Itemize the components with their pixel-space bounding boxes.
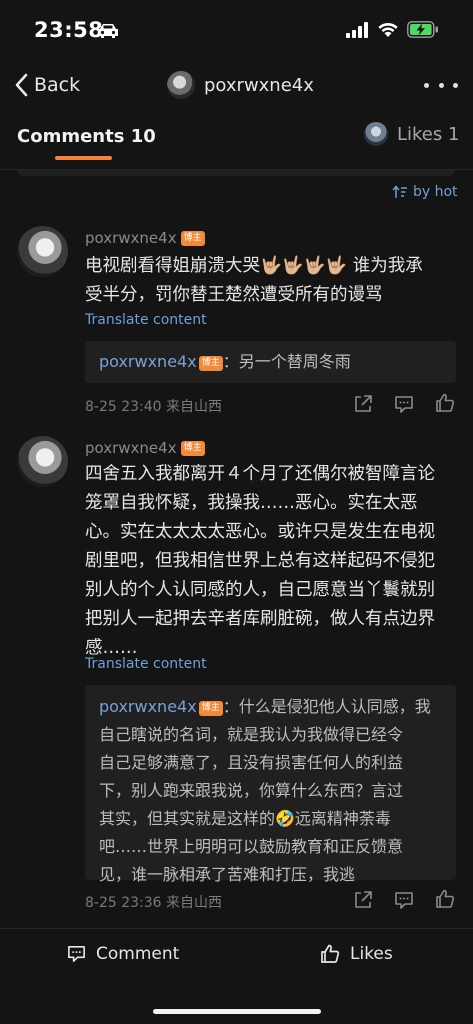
comment-line: 剧里吧，但我相信世界上总有这样起码不侵犯 [85, 551, 435, 571]
home-indicator [153, 1009, 321, 1014]
status-time: 23:58 [34, 18, 104, 42]
tabs-bar: Comments 10 Likes 1 [0, 108, 473, 170]
more-button[interactable] [424, 72, 458, 98]
comment-meta: 8-25 23:36 来自山西 [85, 895, 223, 911]
reply-box[interactable]: poxrwxne4x 博主 ：什么是侵犯他人认同感，我 自己瞎说的名词，就是我认为我… [85, 685, 456, 884]
car-icon [98, 24, 118, 38]
sort-label: by hot [413, 184, 458, 200]
wifi-icon [378, 22, 398, 37]
reply-line: ：什么是侵犯他人认同感，我 [222, 697, 431, 716]
comment-button-label: Comment [96, 943, 180, 964]
like-icon[interactable] [434, 392, 456, 414]
comment-line: 电视剧看得姐崩溃大哭🤟🏼🤟🏼🤟🏼🤟🏼 谁为我承 [85, 256, 423, 276]
comment-line: 笼罩自我怀疑，我操我……恶心。实在太恶 [85, 493, 418, 513]
comment-username[interactable]: poxrwxne4x [85, 229, 177, 247]
more-icon [453, 82, 458, 88]
back-label: Back [34, 74, 81, 96]
reply-line: 自己瞎说的名词，就是我认为我做得已经令 [99, 725, 404, 744]
reply-icon[interactable] [393, 889, 415, 911]
chevron-left-icon [15, 73, 28, 97]
reply-line: 自己足够满意了，且没有损害任何人的利益 [99, 753, 404, 772]
page-title: poxrwxne4x [204, 74, 314, 96]
more-icon [424, 82, 429, 88]
more-icon [438, 82, 444, 88]
status-bar: 23:58 [0, 0, 473, 62]
reply-line: ：另一个替周冬雨 [222, 352, 351, 371]
comment-text[interactable]: 电视剧看得姐崩溃大哭🤟🏼🤟🏼🤟🏼🤟🏼 谁为我承 受半分，罚你替王楚然遭受所有的谩… [85, 252, 463, 310]
comment-username[interactable]: poxrwxne4x [85, 439, 177, 457]
comment-header: poxrwxne4x 博主 [85, 439, 205, 457]
nav-bar: Back poxrwxne4x [0, 62, 473, 108]
translate-link[interactable]: Translate content [85, 656, 207, 672]
translate-link[interactable]: Translate content [85, 312, 207, 328]
tab-likes[interactable]: Likes 1 [364, 122, 459, 146]
share-icon[interactable] [352, 889, 374, 911]
comment-line: 别人的个人认同感的人，自己愿意当丫鬟就别 [85, 580, 435, 600]
avatar[interactable] [17, 226, 68, 277]
reply-text: poxrwxne4x 博主 ：另一个替周冬雨 [99, 348, 442, 376]
reply-box[interactable]: poxrwxne4x 博主 ：另一个替周冬雨 [85, 341, 456, 383]
like-icon[interactable] [434, 888, 456, 910]
reply-line: 吧……世界上明明可以鼓励教育和正反馈意 [99, 837, 404, 856]
comment-text[interactable]: 四舍五入我都离开４个月了还偶尔被智障言论 笼罩自我怀疑，我操我……恶心。实在太恶… [85, 460, 463, 663]
op-badge: 博主 [198, 701, 223, 716]
sort-icon [392, 185, 407, 198]
comment-line: 心。实在太太太太恶心。或许只是发生在电视 [85, 522, 435, 542]
tab-active-indicator [55, 156, 112, 160]
avatar [364, 122, 388, 146]
comment-icon [68, 946, 85, 962]
avatar[interactable] [17, 436, 68, 487]
op-badge: 博主 [180, 230, 205, 246]
comment-line: 受半分，罚你替王楚然遭受所有的谩骂 [85, 285, 383, 305]
likes-button[interactable]: Likes [319, 943, 393, 965]
back-button[interactable]: Back [14, 68, 80, 102]
reply-username[interactable]: poxrwxne4x [99, 352, 197, 371]
op-badge: 博主 [180, 440, 205, 456]
nav-profile[interactable]: poxrwxne4x [167, 69, 314, 101]
like-icon [321, 944, 340, 963]
reply-username[interactable]: poxrwxne4x [99, 697, 197, 716]
comment-button[interactable]: Comment [66, 943, 179, 964]
signal-icon [346, 22, 368, 38]
comment-meta: 8-25 23:40 来自山西 [85, 399, 223, 415]
reply-line: 其实，但其实就是这样的🤣远离精神荼毒 [99, 809, 391, 828]
reply-icon[interactable] [393, 393, 415, 415]
tab-comments[interactable]: Comments 10 [17, 126, 156, 147]
reply-line: 见，谁一脉相承了苦难和打压，我逃 [99, 865, 356, 884]
share-icon[interactable] [352, 393, 374, 415]
tab-likes-label: Likes 1 [397, 123, 460, 145]
reply-text: poxrwxne4x 博主 ：什么是侵犯他人认同感，我 自己瞎说的名词，就是我认为我… [99, 693, 442, 889]
comment-line: 四舍五入我都离开４个月了还偶尔被智障言论 [85, 464, 435, 484]
battery-charging-icon [407, 21, 438, 38]
likes-button-label: Likes [350, 944, 393, 964]
avatar [167, 71, 195, 99]
previous-content-edge [17, 170, 455, 176]
comment-line: 把别人一起押去辛者库刷脏碗，做人有点边界 [85, 609, 435, 629]
comment-header: poxrwxne4x 博主 [85, 229, 205, 247]
sort-toggle[interactable]: by hot [392, 184, 458, 200]
reply-line: 下，别人跑来跟我说，你算什么东西？言过 [99, 781, 404, 800]
op-badge: 博主 [198, 356, 223, 371]
